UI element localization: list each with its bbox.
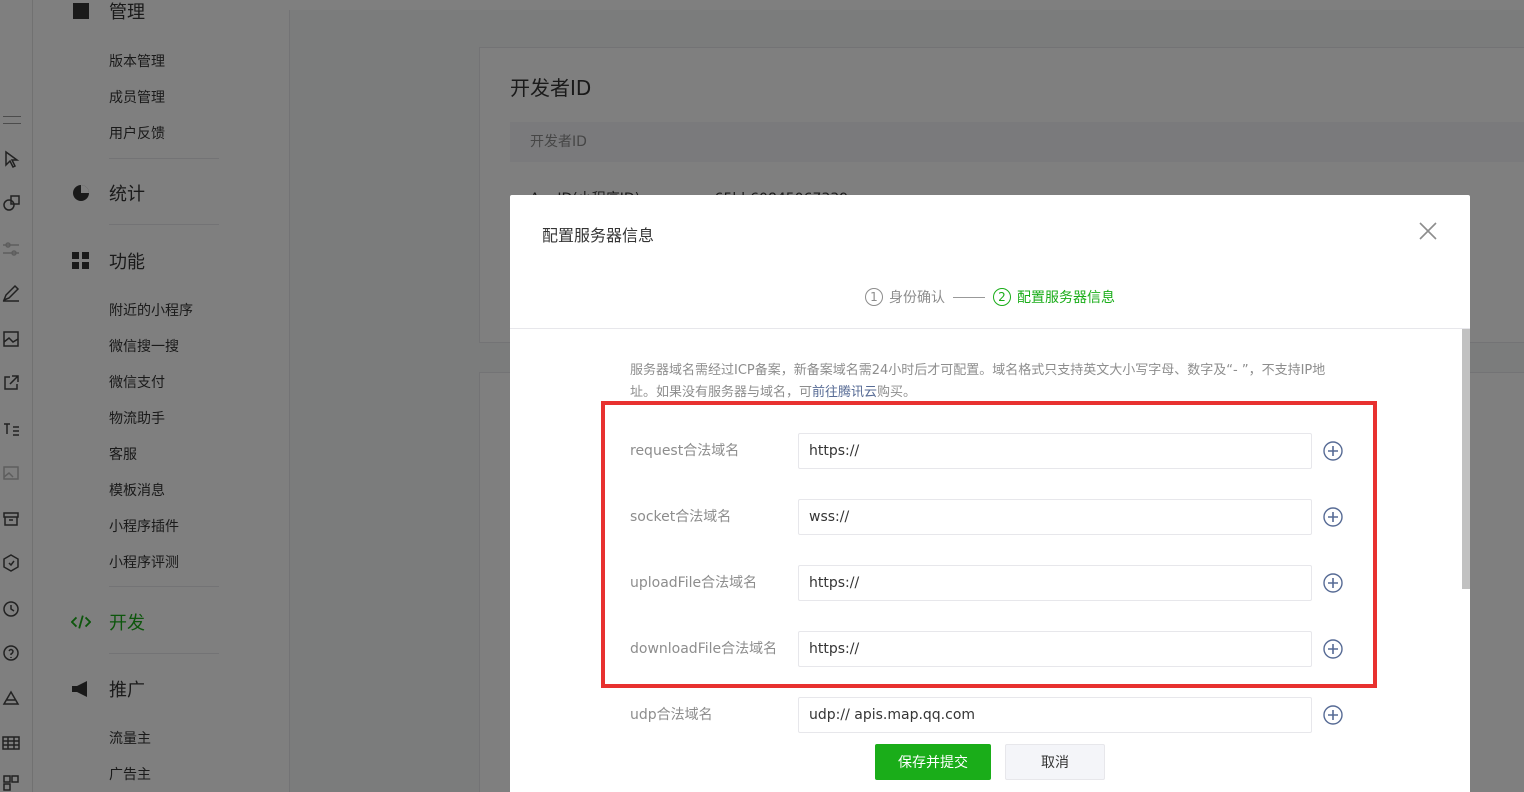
step-label: 配置服务器信息 bbox=[1017, 290, 1115, 306]
udp-domain-label: udp合法域名 bbox=[630, 707, 713, 723]
udp-domain-input[interactable] bbox=[798, 697, 1312, 733]
close-icon[interactable] bbox=[1416, 219, 1440, 243]
step-label: 身份确认 bbox=[889, 290, 945, 306]
domain-notice: 服务器域名需经过ICP备案，新备案域名需24小时后才可配置。域名格式只支持英文大… bbox=[630, 360, 1350, 404]
dialog-footer: 保存并提交 取消 bbox=[510, 735, 1470, 792]
step-configure: 2 配置服务器信息 bbox=[993, 287, 1115, 307]
step-number: 2 bbox=[993, 288, 1011, 306]
step-connector bbox=[953, 296, 985, 298]
save-submit-button[interactable]: 保存并提交 bbox=[875, 744, 991, 780]
dialog-divider bbox=[510, 328, 1470, 329]
step-identity: 1 身份确认 bbox=[865, 287, 945, 307]
add-circle-icon[interactable] bbox=[1322, 704, 1344, 726]
cancel-button[interactable]: 取消 bbox=[1005, 744, 1105, 780]
screenshot-stage: 管理 版本管理 成员管理 用户反馈 统计 功能 附近的小程序 微信搜一搜 微信支… bbox=[0, 0, 1524, 792]
dialog-scrollbar[interactable] bbox=[1462, 329, 1470, 589]
highlight-box bbox=[601, 401, 1377, 688]
tencent-cloud-link[interactable]: 前往腾讯云 bbox=[812, 385, 877, 400]
step-indicator: 1 身份确认 2 配置服务器信息 bbox=[510, 287, 1470, 307]
notice-text: 服务器域名需经过ICP备案，新备案域名需24小时后才可配置。域名格式只支持英文大… bbox=[630, 363, 1326, 400]
dialog-title: 配置服务器信息 bbox=[542, 226, 655, 245]
notice-tail: 购买。 bbox=[877, 385, 917, 400]
udp-domain-row: udp合法域名 bbox=[630, 697, 1350, 733]
step-number: 1 bbox=[865, 288, 883, 306]
